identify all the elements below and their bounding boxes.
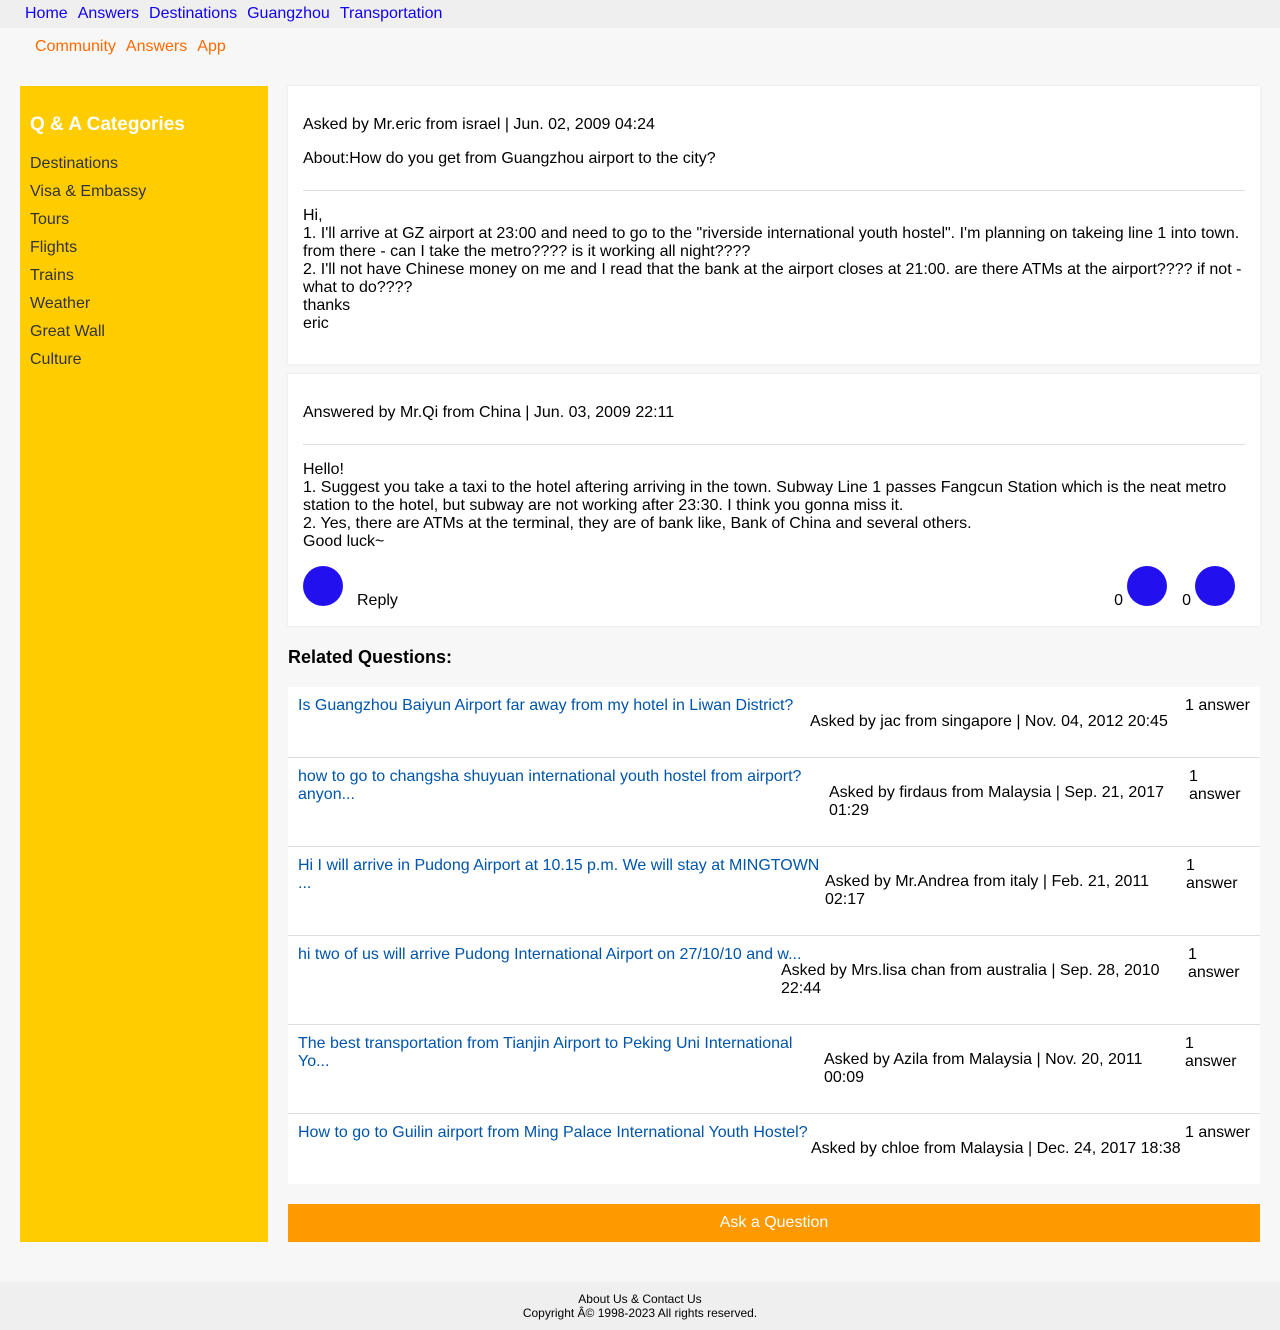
answer-body: Hello! 1. Suggest you take a taxi to the… (303, 461, 1227, 550)
related-question-link[interactable]: How to go to Guilin airport from Ming Pa… (298, 1124, 823, 1142)
answer-card: Answered by Mr.Qi from China | Jun. 03, … (288, 374, 1260, 626)
related-question-link[interactable]: hi two of us will arrive Pudong Internat… (298, 946, 823, 964)
related-question-meta: Asked by Azila from Malaysia | Nov. 20, … (824, 1051, 1143, 1086)
categories-sidebar: Q & A Categories Destinations Visa & Emb… (20, 86, 268, 1242)
related-questions-list: Is Guangzhou Baiyun Airport far away fro… (288, 687, 1260, 1184)
sidebar-item-visa-embassy[interactable]: Visa & Embassy (30, 178, 258, 206)
divider (303, 444, 1245, 445)
sidebar-item-culture[interactable]: Culture (30, 346, 258, 374)
subnav-community-link[interactable]: Community (35, 38, 116, 56)
sidebar-item-great-wall[interactable]: Great Wall (30, 318, 258, 346)
related-question-link[interactable]: Hi I will arrive in Pudong Airport at 10… (298, 857, 823, 893)
page-footer: About Us & Contact Us Copyright Â© 1998-… (0, 1282, 1280, 1330)
related-question-meta: Asked by firdaus from Malaysia | Sep. 21… (829, 784, 1164, 819)
related-question-meta: Asked by chloe from Malaysia | Dec. 24, … (811, 1140, 1181, 1157)
sidebar-item-destinations[interactable]: Destinations (30, 150, 258, 178)
nav-home-link[interactable]: Home (25, 0, 68, 28)
related-question-link[interactable]: The best transportation from Tianjin Air… (298, 1035, 823, 1071)
reply-button[interactable]: Reply (357, 592, 398, 610)
sidebar-item-tours[interactable]: Tours (30, 206, 258, 234)
subnav-answers-link[interactable]: Answers (126, 38, 187, 56)
question-card: Asked by Mr.eric from israel | Jun. 02, … (288, 86, 1260, 364)
answer-actions: Reply 0 0 (303, 566, 1235, 610)
list-item: How to go to Guilin airport from Ming Pa… (288, 1114, 1260, 1184)
main-content: Asked by Mr.eric from israel | Jun. 02, … (288, 86, 1260, 1242)
answer-count: 1 answer (1185, 1124, 1250, 1141)
nav-destinations-link[interactable]: Destinations (149, 0, 237, 28)
list-item: how to go to changsha shuyuan internatio… (288, 758, 1260, 847)
sub-navigation: Community Answers App (35, 37, 236, 57)
divider (303, 190, 1245, 191)
nav-answers-link[interactable]: Answers (78, 0, 139, 28)
like-icon[interactable] (1127, 566, 1167, 606)
answer-count: 1 answer (1189, 768, 1241, 803)
list-item: The best transportation from Tianjin Air… (288, 1025, 1260, 1114)
related-questions-title: Related Questions: (288, 647, 453, 667)
related-question-link[interactable]: how to go to changsha shuyuan internatio… (298, 768, 823, 804)
dislike-icon[interactable] (1195, 566, 1235, 606)
copyright-text: Copyright Â© 1998-2023 All rights reserv… (522, 1306, 758, 1320)
avatar-icon (303, 566, 343, 606)
sidebar-item-flights[interactable]: Flights (30, 234, 258, 262)
related-question-meta: Asked by jac from singapore | Nov. 04, 2… (810, 713, 1168, 730)
about-contact-link[interactable]: About Us & Contact Us (578, 1292, 701, 1306)
sidebar-item-weather[interactable]: Weather (30, 290, 258, 318)
list-item: hi two of us will arrive Pudong Internat… (288, 936, 1260, 1025)
answer-meta: Answered by Mr.Qi from China | Jun. 03, … (303, 404, 675, 421)
question-body: Hi, 1. I'll arrive at GZ airport at 23:0… (303, 207, 1242, 332)
ask-question-button[interactable]: Ask a Question (288, 1204, 1260, 1242)
sidebar-title: Q & A Categories (30, 114, 185, 135)
nav-guangzhou-link[interactable]: Guangzhou (247, 0, 330, 28)
answer-count: 1 answer (1186, 857, 1238, 892)
answer-count: 1 answer (1185, 1035, 1237, 1070)
related-question-link[interactable]: Is Guangzhou Baiyun Airport far away fro… (298, 697, 823, 715)
sidebar-item-trains[interactable]: Trains (30, 262, 258, 290)
list-item: Hi I will arrive in Pudong Airport at 10… (288, 847, 1260, 936)
related-question-meta: Asked by Mrs.lisa chan from australia | … (781, 962, 1160, 997)
top-navigation: Home Answers Destinations Guangzhou Tran… (0, 0, 1280, 28)
question-about: About:How do you get from Guangzhou airp… (303, 150, 716, 167)
nav-transportation-link[interactable]: Transportation (340, 0, 443, 28)
related-question-meta: Asked by Mr.Andrea from italy | Feb. 21,… (825, 873, 1150, 908)
list-item: Is Guangzhou Baiyun Airport far away fro… (288, 687, 1260, 758)
answer-count: 1 answer (1185, 697, 1250, 714)
answer-count: 1 answer (1188, 946, 1240, 981)
question-meta: Asked by Mr.eric from israel | Jun. 02, … (303, 116, 655, 133)
subnav-app-link[interactable]: App (197, 38, 225, 56)
like-count: 0 (1114, 592, 1123, 609)
dislike-count: 0 (1182, 592, 1191, 609)
